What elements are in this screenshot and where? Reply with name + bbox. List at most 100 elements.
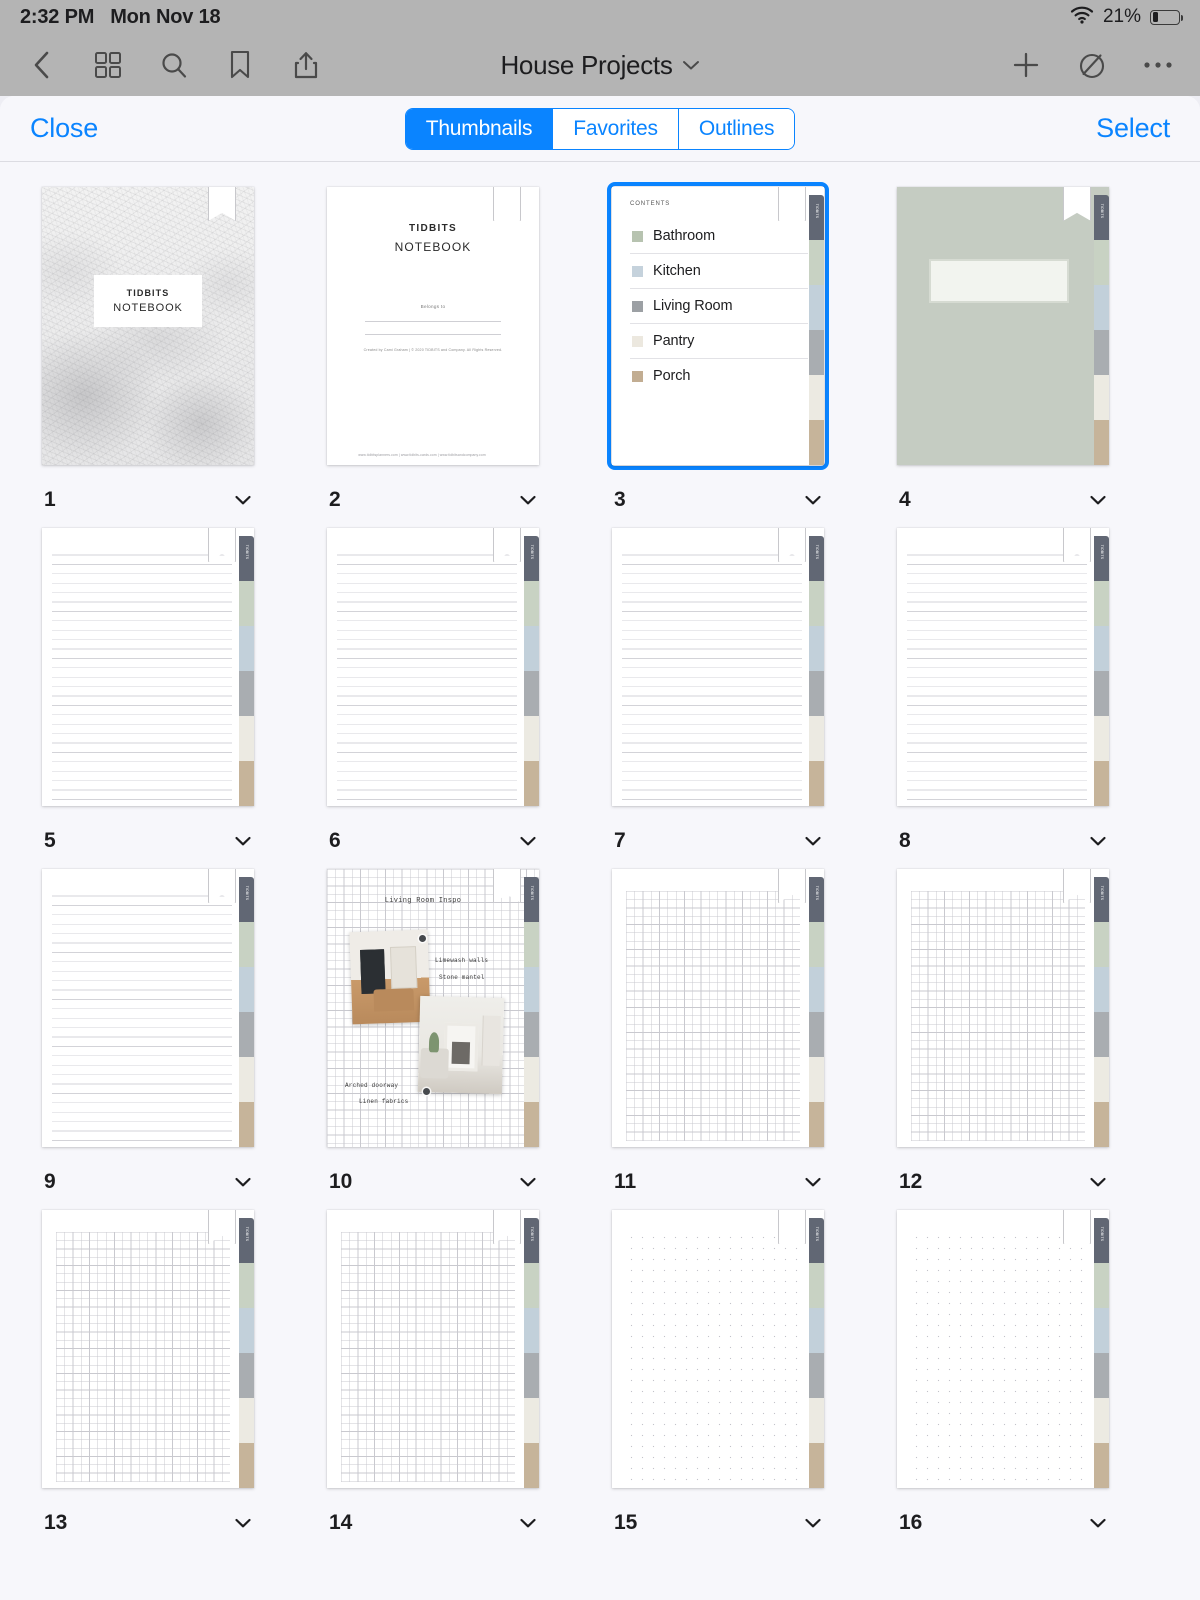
- search-icon[interactable]: [154, 45, 194, 85]
- page-thumbnail-9[interactable]: TIDBITS: [42, 869, 254, 1147]
- contents-entry-pantry[interactable]: Pantry: [630, 324, 808, 359]
- page-thumbnail-5[interactable]: TIDBITS: [42, 528, 254, 806]
- chevron-down-icon[interactable]: [519, 494, 537, 506]
- select-button[interactable]: Select: [1096, 113, 1170, 144]
- contents-entry-bathroom[interactable]: Bathroom: [630, 219, 808, 254]
- section-tab-5: [1094, 1443, 1109, 1488]
- tab-strip-label: TIDBITS: [245, 886, 249, 900]
- contents-entry-living-room[interactable]: Living Room: [630, 289, 808, 324]
- lined-paper-surface: [52, 887, 232, 1147]
- page-thumbnail-6[interactable]: TIDBITS: [327, 528, 539, 806]
- view-mode-segmented-control[interactable]: ThumbnailsFavoritesOutlines: [405, 108, 796, 150]
- chevron-down-icon[interactable]: [1089, 1176, 1107, 1188]
- page-surface: CONTENTSBathroomKitchenLiving RoomPantry…: [612, 187, 824, 465]
- thumbnail-caption: 2: [327, 470, 539, 516]
- section-tab-2: [1094, 967, 1109, 1012]
- chevron-down-icon[interactable]: [519, 835, 537, 847]
- close-button[interactable]: Close: [30, 113, 98, 144]
- thumbnail-caption: 16: [897, 1493, 1109, 1539]
- ellipsis-icon[interactable]: [1138, 45, 1178, 85]
- section-tab-5: [239, 1102, 254, 1147]
- section-tab-3: [239, 1353, 254, 1398]
- page-thumbnail-15[interactable]: TIDBITS: [612, 1210, 824, 1488]
- page-thumbnail-13[interactable]: TIDBITS: [42, 1210, 254, 1488]
- plus-icon[interactable]: [1006, 45, 1046, 85]
- thumbnail-cell: TIDBITS 11: [600, 857, 885, 1198]
- page-thumbnail-12[interactable]: TIDBITS: [897, 869, 1109, 1147]
- chevron-down-icon[interactable]: [1089, 1517, 1107, 1529]
- bookmark-icon[interactable]: [220, 45, 260, 85]
- back-button[interactable]: [22, 45, 62, 85]
- page-thumbnail-4[interactable]: TIDBITS: [897, 187, 1109, 465]
- contents-color-swatch: [632, 301, 643, 312]
- page-title[interactable]: House Projects: [500, 50, 672, 81]
- chevron-down-icon[interactable]: [682, 59, 700, 71]
- page-thumbnail-14[interactable]: TIDBITS: [327, 1210, 539, 1488]
- chevron-down-icon[interactable]: [519, 1176, 537, 1188]
- share-icon[interactable]: [286, 45, 326, 85]
- thumbnail-slot: TIDBITS: [42, 528, 303, 811]
- thumbnail-caption: 6: [327, 811, 539, 857]
- collage-photo-2: [418, 996, 504, 1094]
- thumbnail-scroll-area[interactable]: TIDBITSNOTEBOOK1TIDBITSNOTEBOOKBelongs t…: [0, 163, 1200, 1600]
- chevron-down-icon[interactable]: [804, 835, 822, 847]
- section-tab-1: [809, 1263, 824, 1308]
- segment-favorites[interactable]: Favorites: [553, 109, 679, 149]
- section-tab-0: TIDBITS: [809, 195, 824, 240]
- battery-icon: [1150, 10, 1180, 25]
- page-thumbnail-11[interactable]: TIDBITS: [612, 869, 824, 1147]
- section-divider-surface: [897, 187, 1109, 465]
- section-tab-5: [809, 1102, 824, 1147]
- tab-strip-label: TIDBITS: [815, 545, 819, 559]
- chevron-down-icon[interactable]: [1089, 835, 1107, 847]
- chevron-down-icon[interactable]: [519, 1517, 537, 1529]
- tab-strip-label: TIDBITS: [1100, 545, 1104, 559]
- section-tab-3: [524, 1353, 539, 1398]
- page-thumbnail-10[interactable]: Living Room InspoLimewash wallsStone man…: [327, 869, 539, 1147]
- grid-squares-icon[interactable]: [88, 45, 128, 85]
- chevron-down-icon[interactable]: [234, 1176, 252, 1188]
- page-thumbnail-8[interactable]: TIDBITS: [897, 528, 1109, 806]
- section-tab-0: TIDBITS: [239, 1218, 254, 1263]
- chevron-down-icon[interactable]: [234, 835, 252, 847]
- section-tab-5: [809, 420, 824, 465]
- section-tab-2: [809, 285, 824, 330]
- section-tab-strip: TIDBITS: [1094, 195, 1109, 465]
- section-tab-strip: TIDBITS: [524, 1218, 539, 1488]
- page-thumbnail-3[interactable]: CONTENTSBathroomKitchenLiving RoomPantry…: [612, 187, 824, 465]
- page-number-label: 12: [899, 1170, 922, 1194]
- chevron-down-icon[interactable]: [1089, 494, 1107, 506]
- lined-paper-surface: [907, 546, 1087, 806]
- chevron-down-icon[interactable]: [234, 1517, 252, 1529]
- contents-entry-porch[interactable]: Porch: [630, 359, 808, 393]
- cover-label: TIDBITSNOTEBOOK: [94, 275, 202, 327]
- section-tab-0: TIDBITS: [1094, 536, 1109, 581]
- thumbnail-cell: CONTENTSBathroomKitchenLiving RoomPantry…: [600, 175, 885, 516]
- chevron-down-icon[interactable]: [804, 1176, 822, 1188]
- circle-slash-icon[interactable]: [1072, 45, 1112, 85]
- chevron-down-icon[interactable]: [234, 494, 252, 506]
- page-thumbnail-7[interactable]: TIDBITS: [612, 528, 824, 806]
- segment-outlines[interactable]: Outlines: [679, 109, 794, 149]
- page-thumbnail-1[interactable]: TIDBITSNOTEBOOK: [42, 187, 254, 465]
- page-thumbnail-2[interactable]: TIDBITSNOTEBOOKBelongs toCreated by Cami…: [327, 187, 539, 465]
- page-thumbnail-16[interactable]: TIDBITS: [897, 1210, 1109, 1488]
- chevron-down-icon[interactable]: [804, 1517, 822, 1529]
- segment-thumbnails[interactable]: Thumbnails: [406, 109, 554, 149]
- section-tab-strip: TIDBITS: [1094, 536, 1109, 806]
- page-surface: TIDBITS: [42, 869, 254, 1147]
- thumbnail-cell: TIDBITS4: [885, 175, 1170, 516]
- section-tab-5: [1094, 420, 1109, 465]
- thumbnail-caption: 9: [42, 1152, 254, 1198]
- grid-paper-surface: [341, 1232, 515, 1482]
- thumbnail-cell: TIDBITS7: [600, 516, 885, 857]
- thumbnail-cell: TIDBITS 16: [885, 1198, 1170, 1539]
- chevron-down-icon[interactable]: [804, 494, 822, 506]
- contents-entry-label: Porch: [653, 368, 690, 384]
- page-number-label: 11: [614, 1170, 636, 1194]
- page-number-label: 14: [329, 1511, 352, 1535]
- page-number-label: 15: [614, 1511, 637, 1535]
- contents-entry-kitchen[interactable]: Kitchen: [630, 254, 808, 289]
- section-tab-2: [1094, 1308, 1109, 1353]
- wifi-icon: [1070, 6, 1094, 29]
